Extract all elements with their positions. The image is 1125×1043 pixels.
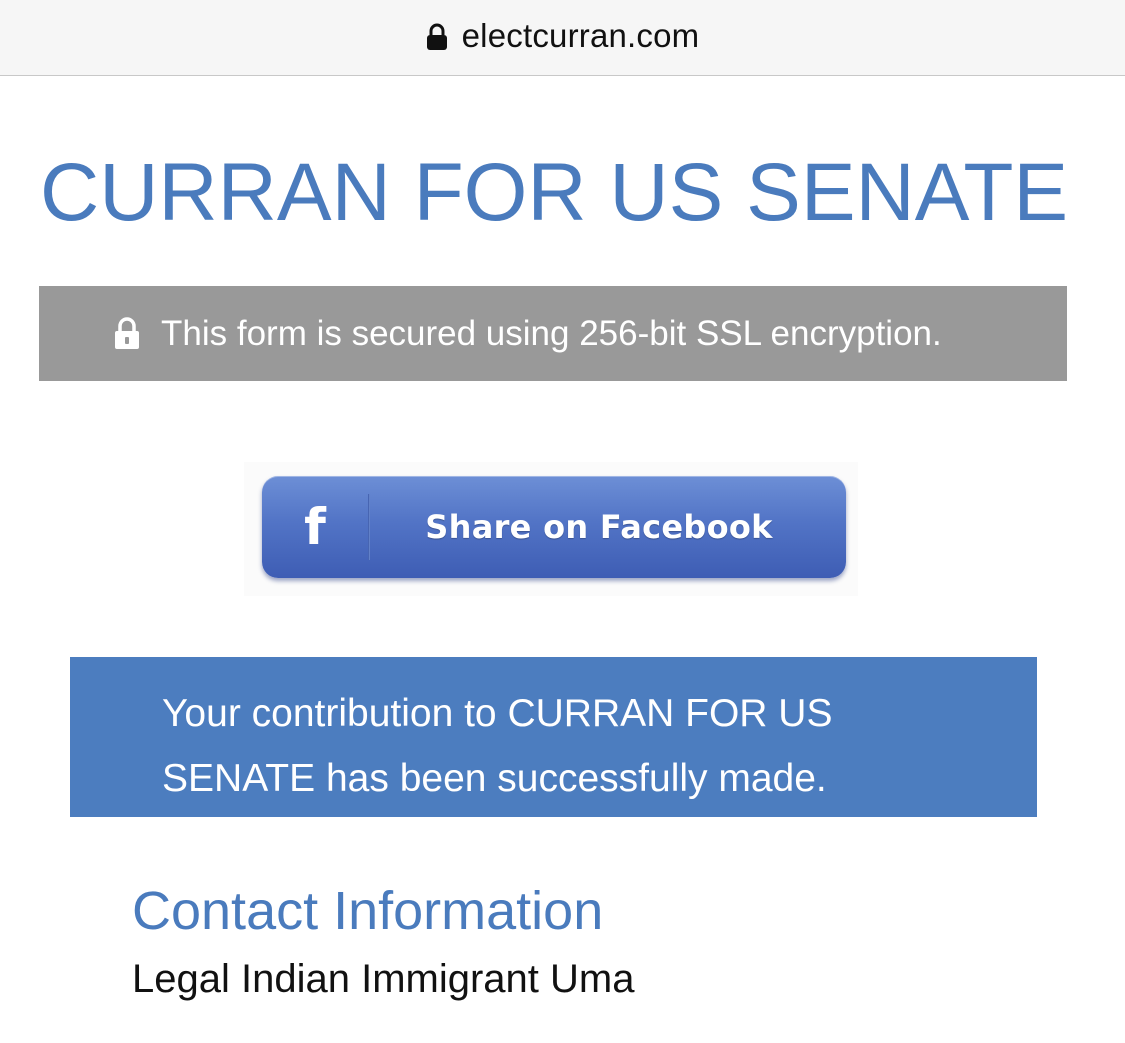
page-title: CURRAN FOR US SENATE [40,147,1069,238]
success-message-text: Your contribution to CURRAN FOR US SENAT… [162,692,833,800]
contact-name: Legal Indian Immigrant Uma [132,957,635,1001]
lock-icon [426,23,448,51]
contact-info-heading: Contact Information [132,881,604,941]
share-on-facebook-button[interactable]: f Share on Facebook [262,476,846,578]
ssl-notice-text: This form is secured using 256-bit SSL e… [161,313,942,353]
share-button-container: f Share on Facebook [244,462,858,596]
facebook-f-icon: f [304,498,326,556]
share-button-label: Share on Facebook [425,508,773,546]
ssl-notice-bar: This form is secured using 256-bit SSL e… [39,286,1067,381]
success-message-box: Your contribution to CURRAN FOR US SENAT… [70,657,1037,817]
browser-url-bar[interactable]: electcurran.com [0,0,1125,76]
url-text: electcurran.com [461,16,700,54]
padlock-icon [113,316,141,350]
